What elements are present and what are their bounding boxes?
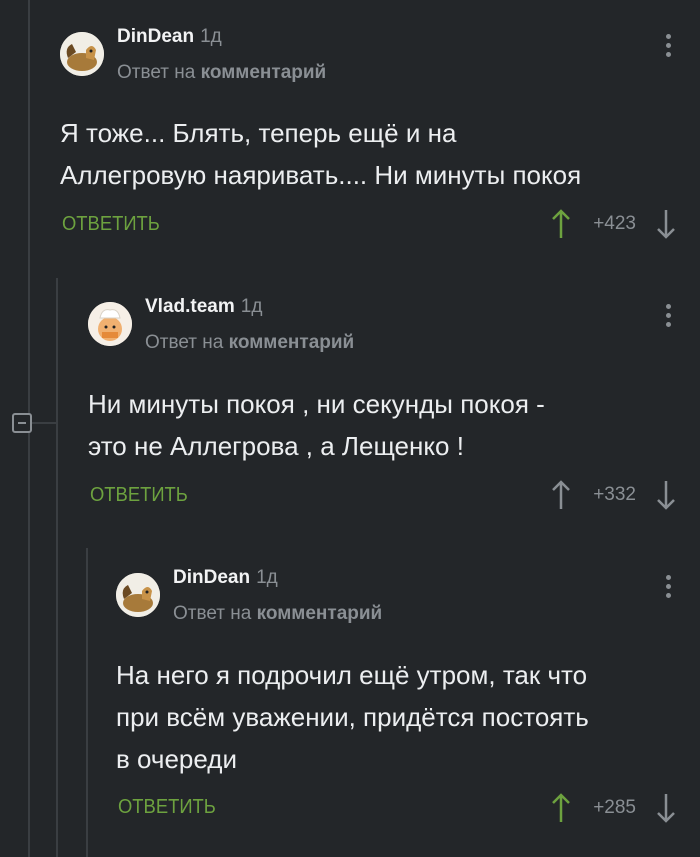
comment-1: DinDean 1д Ответ на комментарий Я тоже...… <box>60 26 700 256</box>
upvote-arrow-icon[interactable] <box>551 479 571 511</box>
comment-text: Ни минуты покоя , ни секунды покоя - это… <box>88 389 545 461</box>
collapse-thread-icon[interactable] <box>12 413 32 433</box>
reply-target-link[interactable]: комментарий <box>257 603 383 624</box>
comment-author[interactable]: DinDean 1д <box>117 26 222 48</box>
comment-3: DinDean 1д Ответ на комментарий На него я… <box>116 567 700 837</box>
downvote-arrow-icon[interactable] <box>656 792 676 824</box>
more-options-icon[interactable] <box>666 304 672 334</box>
reply-prefix: Ответ на <box>145 332 224 353</box>
rating-value: +423 <box>593 213 636 234</box>
reply-to-line: Ответ на комментарий <box>145 332 354 354</box>
comment-author[interactable]: DinDean 1д <box>173 567 278 589</box>
reply-button[interactable]: ОТВЕТИТЬ <box>90 484 188 507</box>
thread-connector <box>28 422 56 424</box>
comment-text: Я тоже... Блять, теперь ещё и на Аллегро… <box>60 118 582 190</box>
upvote-arrow-icon[interactable] <box>551 208 571 240</box>
vote-controls: +285 <box>551 792 676 824</box>
author-name[interactable]: Vlad.team <box>145 296 235 317</box>
reply-prefix: Ответ на <box>173 603 252 624</box>
author-name[interactable]: DinDean <box>117 26 194 47</box>
horse-avatar-icon[interactable] <box>116 573 160 617</box>
rating-value: +332 <box>593 484 636 505</box>
vote-controls: +332 <box>551 479 676 511</box>
more-options-icon[interactable] <box>666 34 672 64</box>
reply-prefix: Ответ на <box>117 62 196 83</box>
reply-target-link[interactable]: комментарий <box>229 332 355 353</box>
author-name[interactable]: DinDean <box>173 567 250 588</box>
chef-avatar-icon[interactable] <box>88 302 132 346</box>
upvote-arrow-icon[interactable] <box>551 792 571 824</box>
comment-author[interactable]: Vlad.team 1д <box>145 296 262 318</box>
vote-controls: +423 <box>551 208 676 240</box>
reply-button[interactable]: ОТВЕТИТЬ <box>118 796 216 819</box>
comment-time: 1д <box>256 567 278 588</box>
rating-value: +285 <box>593 797 636 818</box>
reply-to-line: Ответ на комментарий <box>173 603 382 625</box>
comment-2: Vlad.team 1д Ответ на комментарий Ни мину… <box>88 296 700 526</box>
downvote-arrow-icon[interactable] <box>656 208 676 240</box>
reply-target-link[interactable]: комментарий <box>201 62 327 83</box>
reply-to-line: Ответ на комментарий <box>117 62 326 84</box>
downvote-arrow-icon[interactable] <box>656 479 676 511</box>
comment-time: 1д <box>240 296 263 317</box>
comment-text: На него я подрочил ещё утром, так что пр… <box>116 660 589 774</box>
thread-line-level-2 <box>56 278 58 857</box>
more-options-icon[interactable] <box>666 575 672 605</box>
horse-avatar-icon[interactable] <box>60 32 104 76</box>
comment-time: 1д <box>200 26 222 47</box>
reply-button[interactable]: ОТВЕТИТЬ <box>62 213 160 236</box>
thread-line-level-3 <box>86 548 88 857</box>
